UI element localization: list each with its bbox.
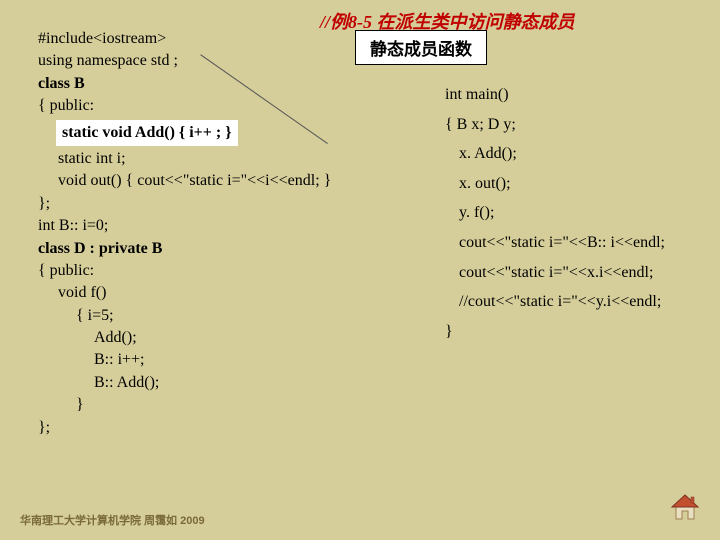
right-code-column: int main() { B x; D y; x. Add(); x. out(…: [445, 80, 665, 346]
code-line: y. f();: [445, 198, 665, 228]
code-line: Add();: [38, 327, 331, 349]
code-line: class D : private B: [38, 238, 331, 260]
code-line: void f(): [38, 282, 331, 304]
left-code-column: #include<iostream> using namespace std ;…: [38, 28, 331, 439]
code-line: };: [38, 417, 331, 439]
code-line: { public:: [38, 95, 331, 117]
code-line: { B x; D y;: [445, 110, 665, 140]
code-line: int B:: i=0;: [38, 215, 331, 237]
code-line: class B: [38, 73, 331, 95]
code-line: cout<<"static i="<<B:: i<<endl;: [445, 228, 665, 258]
home-icon[interactable]: [668, 491, 702, 530]
code-line: cout<<"static i="<<x.i<<endl;: [445, 258, 665, 288]
code-line: #include<iostream>: [38, 28, 331, 50]
code-line: { i=5;: [38, 305, 331, 327]
code-line: void out() { cout<<"static i="<<i<<endl;…: [38, 170, 331, 192]
callout-label: 静态成员函数: [355, 30, 487, 65]
highlight-static-add: static void Add() { i++ ; }: [56, 120, 238, 146]
code-line: x. out();: [445, 169, 665, 199]
code-line: int main(): [445, 80, 665, 110]
code-line: B:: i++;: [38, 349, 331, 371]
code-line: //cout<<"static i="<<y.i<<endl;: [445, 287, 665, 317]
code-line: }: [445, 317, 665, 347]
code-line: }: [38, 394, 331, 416]
code-line: using namespace std ;: [38, 50, 331, 72]
code-line: static int i;: [38, 148, 331, 170]
code-line: { public:: [38, 260, 331, 282]
footer-credit: 华南理工大学计算机学院 周霭如 2009: [20, 512, 205, 528]
code-line: B:: Add();: [38, 372, 331, 394]
code-line: x. Add();: [445, 139, 665, 169]
code-line: };: [38, 193, 331, 215]
